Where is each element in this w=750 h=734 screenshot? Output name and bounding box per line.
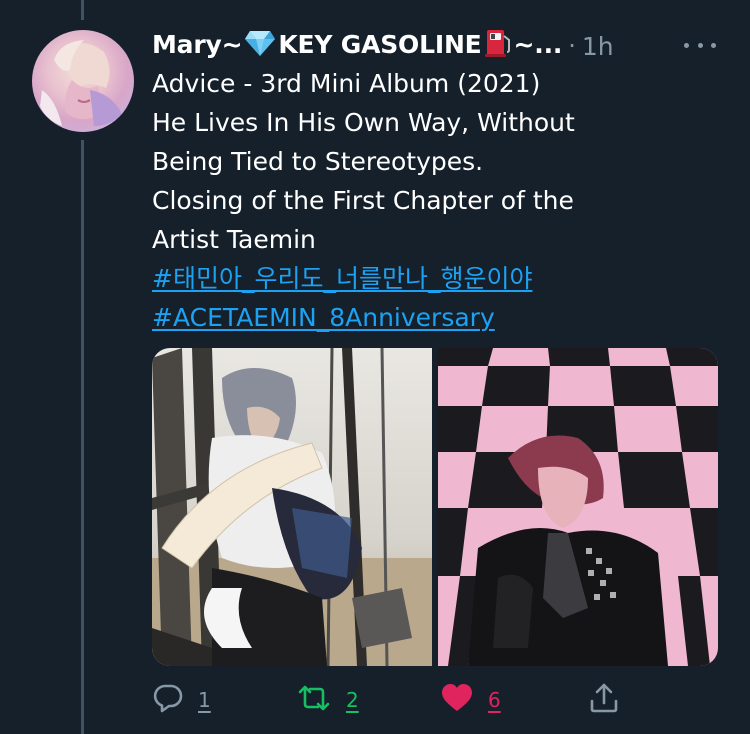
tweet-text-line: Being Tied to Stereotypes. [152, 147, 484, 176]
reply-icon [152, 682, 184, 718]
fuel-pump-icon [484, 28, 512, 64]
tweet-timestamp[interactable]: 1h [582, 32, 614, 61]
tweet-header: Mary~ KEY GASOLINE ~... · 1h [152, 26, 614, 66]
like-button[interactable]: 6 [440, 680, 501, 720]
reply-count: 1 [198, 688, 211, 712]
share-button[interactable] [588, 680, 620, 720]
retweet-icon [296, 682, 332, 718]
avatar-image-icon [40, 40, 122, 126]
thread-line-top [81, 0, 84, 20]
reply-button[interactable]: 1 [152, 680, 211, 720]
media-grid [152, 348, 718, 666]
more-options-icon[interactable] [684, 34, 716, 56]
tweet-actions: 1 2 6 [152, 680, 622, 720]
media-photo-1[interactable] [152, 348, 432, 666]
tweet-text-line: Advice - 3rd Mini Album (2021) [152, 69, 541, 98]
gem-icon [244, 29, 276, 63]
hashtag-link[interactable]: #ACETAEMIN_8Anniversary [152, 303, 495, 332]
display-name-part-2: KEY GASOLINE [278, 30, 482, 59]
photo-checkerboard-icon [438, 348, 718, 666]
display-name[interactable]: Mary~ KEY GASOLINE ~... [152, 28, 562, 64]
thread-line-bottom [81, 140, 84, 734]
like-count: 6 [488, 688, 501, 712]
avatar[interactable] [32, 30, 134, 132]
share-icon [588, 682, 620, 718]
display-name-part-1: Mary~ [152, 30, 243, 59]
photo-swing-icon [152, 348, 432, 666]
heart-icon [440, 682, 474, 718]
hashtag-link[interactable]: #태민아_우리도_너를만나_행운이야 [152, 264, 532, 293]
tweet-text-line: He Lives In His Own Way, Without [152, 108, 575, 137]
retweet-button[interactable]: 2 [296, 680, 359, 720]
tweet-text-line: Artist Taemin [152, 225, 316, 254]
tweet-text: Advice - 3rd Mini Album (2021) He Lives … [152, 64, 722, 337]
time-separator: · [568, 32, 576, 60]
media-photo-2[interactable] [438, 348, 718, 666]
display-name-part-3: ~... [513, 30, 563, 59]
retweet-count: 2 [346, 688, 359, 712]
tweet-text-line: Closing of the First Chapter of the [152, 186, 574, 215]
